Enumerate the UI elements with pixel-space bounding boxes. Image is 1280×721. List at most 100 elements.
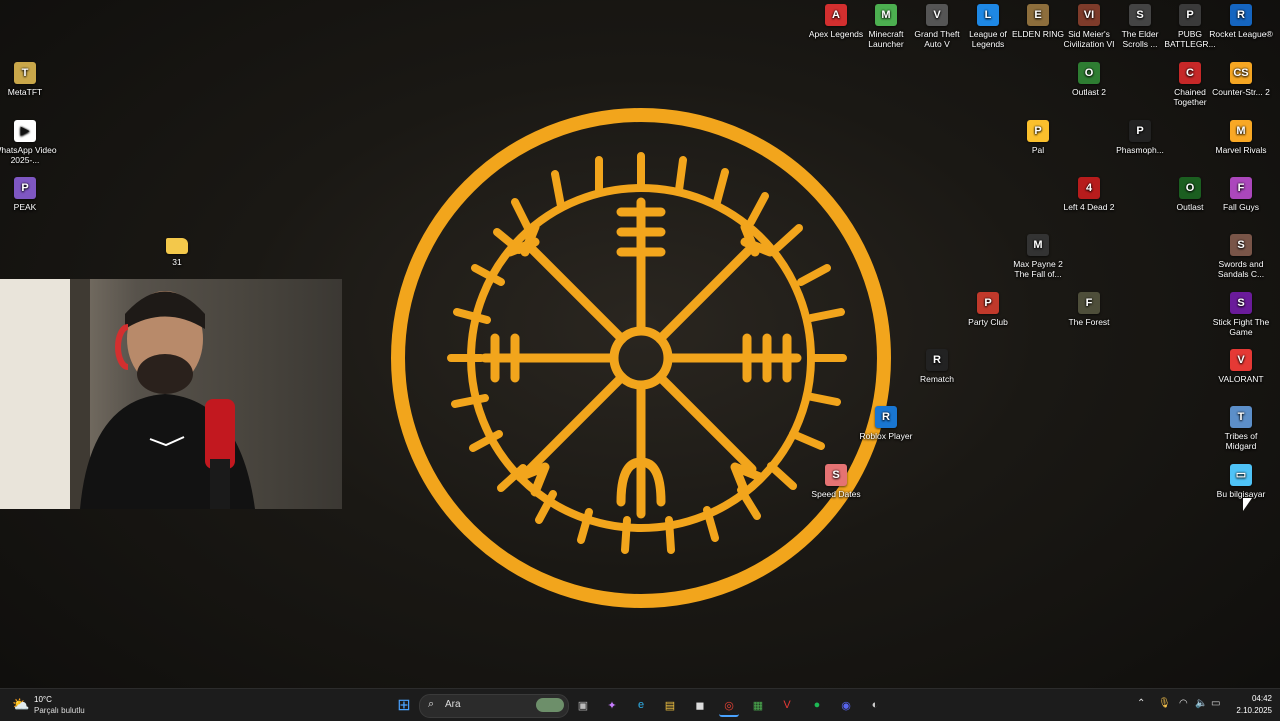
desktop-icon[interactable]: O Outlast 2 xyxy=(1057,62,1121,97)
desktop-icon-label: Fall Guys xyxy=(1223,202,1259,212)
desktop-icon[interactable]: S Stick Fight The Game xyxy=(1209,292,1273,337)
desktop-icon-label: Max Payne 2 The Fall of... xyxy=(1013,259,1063,279)
desktop-icon[interactable]: M Marvel Rivals xyxy=(1209,120,1273,155)
desktop-icon-label: MetaTFT xyxy=(7,87,43,97)
app-icon xyxy=(166,238,188,254)
desktop-icon[interactable]: M Max Payne 2 The Fall of... xyxy=(1006,234,1070,279)
desktop-icon[interactable]: P Pal xyxy=(1006,120,1070,155)
desktop-icon[interactable]: T MetaTFT xyxy=(0,62,57,97)
desktop-icon-label: Party Club xyxy=(968,317,1008,327)
edge-taskbar-icon[interactable]: e xyxy=(631,695,651,715)
desktop-icon-label: Outlast 2 xyxy=(1071,87,1107,97)
desktop-icon[interactable]: F Fall Guys xyxy=(1209,177,1273,212)
weather-temp: 10°C xyxy=(34,695,52,704)
desktop-icon-label: Rematch xyxy=(919,374,954,384)
desktop-icon[interactable]: P PEAK xyxy=(0,177,57,212)
desktop-icon[interactable]: V VALORANT xyxy=(1209,349,1273,384)
app-icon: ▶ xyxy=(14,120,36,142)
app-icon: F xyxy=(1230,177,1252,199)
weather-icon: ⛅ xyxy=(12,696,30,712)
app-icon: 4 xyxy=(1078,177,1100,199)
app-icon: A xyxy=(825,4,847,26)
desktop-icon[interactable]: S Speed Dates xyxy=(804,464,868,499)
desktop-icon[interactable]: P Phasmoph... xyxy=(1108,120,1172,155)
spotify-taskbar-icon[interactable]: ● xyxy=(807,695,827,715)
app-icon: M xyxy=(875,4,897,26)
clock[interactable]: 04:42 2.10.2025 xyxy=(1236,693,1272,717)
app-icon: T xyxy=(14,62,36,84)
desktop-icon-label: Marvel Rivals xyxy=(1215,145,1267,155)
app-icon: P xyxy=(1129,120,1151,142)
copilot-taskbar-icon[interactable]: ✦ xyxy=(602,695,622,715)
search-icon: ⌕ xyxy=(428,698,435,710)
desktop-icon[interactable]: F The Forest xyxy=(1057,292,1121,327)
vegvisir-staves xyxy=(480,197,802,519)
app-icon: S xyxy=(1230,292,1252,314)
desktop-icon[interactable]: R Roblox Player xyxy=(854,406,918,441)
app-icon: S xyxy=(1129,4,1151,26)
app-icon: S xyxy=(825,464,847,486)
app-icon: S xyxy=(1230,234,1252,256)
valorant-taskbar-icon[interactable]: V xyxy=(777,695,797,715)
desktop-icon-label: PEAK xyxy=(13,202,37,212)
app-icon: O xyxy=(1179,177,1201,199)
desktop-icon-label: VALORANT xyxy=(1218,374,1264,384)
app-icon: P xyxy=(977,292,999,314)
desktop-icon[interactable]: P Party Club xyxy=(956,292,1020,327)
app-icon: M xyxy=(1230,120,1252,142)
app-icon: V xyxy=(1230,349,1252,371)
app-icon: ▭ xyxy=(1230,464,1252,486)
obs-taskbar-icon[interactable]: ◐ xyxy=(865,695,885,715)
desktop-icon-label: Swords and Sandals C... xyxy=(1217,259,1265,279)
volume-icon[interactable]: 🔈 xyxy=(1195,698,1207,709)
desktop-icon-label: Stick Fight The Game xyxy=(1212,317,1270,337)
desktop-icon[interactable]: CS Counter-Str... 2 xyxy=(1209,62,1273,97)
search-box[interactable]: ⌕ Ara xyxy=(419,694,569,718)
minecraft-launcher-taskbar-icon[interactable]: ▦ xyxy=(748,695,768,715)
app-icon: E xyxy=(1027,4,1049,26)
chevron-up-icon[interactable]: ⌃ xyxy=(1137,698,1145,709)
store-taskbar-icon[interactable]: ◼ xyxy=(690,695,710,715)
search-placeholder: Ara xyxy=(445,699,461,710)
desktop-icon[interactable]: T Tribes of Midgard xyxy=(1209,406,1273,451)
mouse-cursor xyxy=(1243,498,1252,511)
desktop-icon-label: Pal xyxy=(1031,145,1045,155)
app-icon: P xyxy=(1179,4,1201,26)
desktop-icon[interactable]: R Rocket League® xyxy=(1209,4,1273,39)
desktop-icon[interactable]: ▭ Bu bilgisayar xyxy=(1209,464,1273,499)
app-icon: F xyxy=(1078,292,1100,314)
desktop-icon-label: Bu bilgisayar xyxy=(1216,489,1266,499)
app-icon: R xyxy=(875,406,897,428)
discord-taskbar-icon[interactable]: ◉ xyxy=(836,695,856,715)
weather-condition: Parçalı bulutlu xyxy=(34,706,85,715)
desktop-icon-label: Rocket League® xyxy=(1209,29,1273,39)
desktop-icon-label: Counter-Str... 2 xyxy=(1212,87,1270,97)
app-icon: C xyxy=(1179,62,1201,84)
app-icon: R xyxy=(926,349,948,371)
app-icon: VI xyxy=(1078,4,1100,26)
desktop-icon[interactable]: R Rematch xyxy=(905,349,969,384)
clock-time: 04:42 xyxy=(1251,694,1272,703)
clock-date: 2.10.2025 xyxy=(1236,706,1272,715)
app-icon: L xyxy=(977,4,999,26)
desktop-icon[interactable]: 31 xyxy=(145,234,209,267)
search-highlight-icon xyxy=(536,698,564,712)
file-explorer-taskbar-icon[interactable]: ▤ xyxy=(660,695,680,715)
app-icon: CS xyxy=(1230,62,1252,84)
weather-widget[interactable]: ⛅ 10°C Parçalı bulutlu xyxy=(10,693,120,717)
chrome-taskbar-icon[interactable]: ◎ xyxy=(719,695,739,717)
desktop-icon[interactable]: S Swords and Sandals C... xyxy=(1209,234,1273,279)
battery-icon[interactable]: ▭ xyxy=(1211,698,1220,709)
start-button[interactable]: ⊞ xyxy=(394,695,414,715)
microphone-icon[interactable]: 🎙 xyxy=(1158,698,1171,709)
desktop-icon-label: Speed Dates xyxy=(811,489,861,499)
desktop-icon[interactable]: ▶ WhatsApp Video 2025-... xyxy=(0,120,57,165)
desktop-icon-label: Roblox Player xyxy=(859,431,913,441)
streamer-figure xyxy=(0,279,255,509)
task-view-taskbar-icon[interactable]: ▣ xyxy=(573,695,593,715)
app-icon: R xyxy=(1230,4,1252,26)
wifi-icon[interactable]: ◠ xyxy=(1179,698,1188,709)
desktop-icon[interactable]: 4 Left 4 Dead 2 xyxy=(1057,177,1121,212)
webcam-overlay xyxy=(0,279,342,509)
taskbar: ⛅ 10°C Parçalı bulutlu ⊞ ⌕ Ara ▣ ✦ e ▤ ◼ ◎ ▦ V ●… xyxy=(0,688,1280,721)
